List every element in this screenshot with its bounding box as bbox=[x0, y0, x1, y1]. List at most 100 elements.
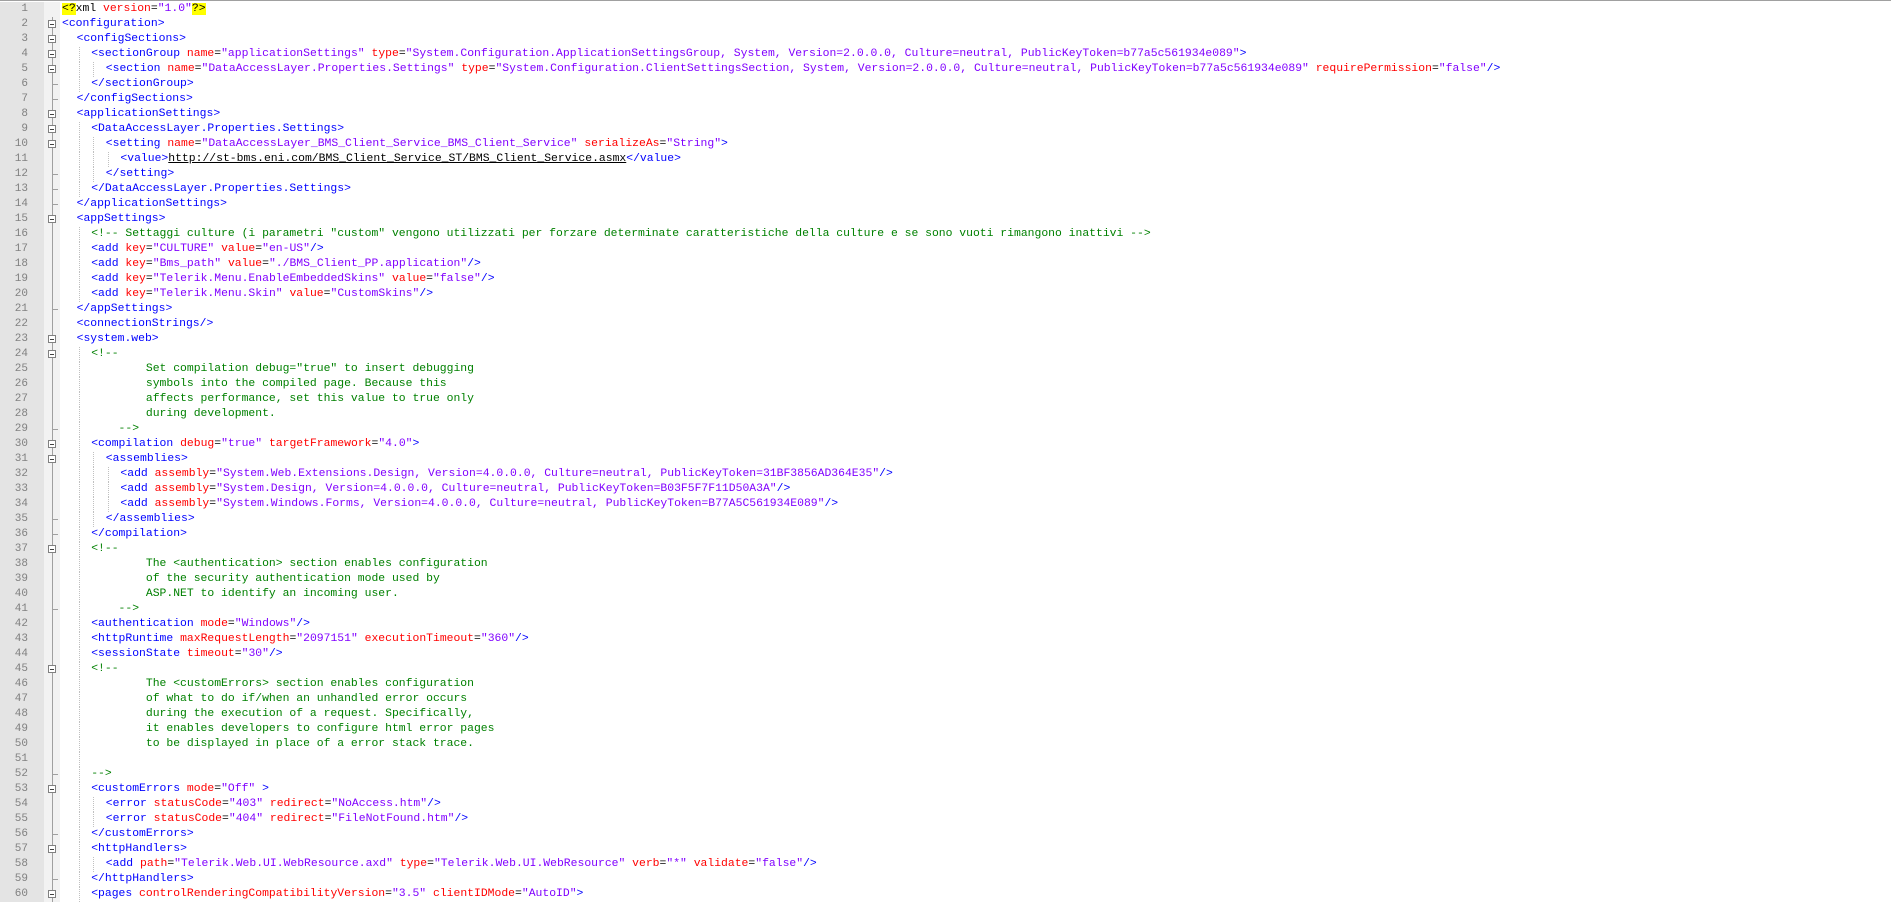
fold-margin[interactable] bbox=[44, 62, 60, 77]
code-line[interactable]: 23 <system.web> bbox=[0, 332, 1891, 347]
fold-margin[interactable] bbox=[44, 47, 60, 62]
code-line[interactable]: 10 <setting name="DataAccessLayer_BMS_Cli… bbox=[0, 137, 1891, 152]
code-line[interactable]: 34 <add assembly="System.Windows.Forms, V… bbox=[0, 497, 1891, 512]
code-line[interactable]: 57 <httpHandlers> bbox=[0, 842, 1891, 857]
code-line[interactable]: 17 <add key="CULTURE" value="en-US"/> bbox=[0, 242, 1891, 257]
code-line[interactable]: 47 of what to do if/when an unhandled er… bbox=[0, 692, 1891, 707]
code-line[interactable]: 6 </sectionGroup> bbox=[0, 77, 1891, 92]
fold-margin[interactable] bbox=[44, 332, 60, 347]
code-line[interactable]: 35 </assemblies> bbox=[0, 512, 1891, 527]
fold-minus-icon[interactable] bbox=[48, 785, 56, 793]
fold-minus-icon[interactable] bbox=[48, 50, 56, 58]
token-val: "403" bbox=[228, 798, 270, 810]
code-line[interactable]: 2 <configuration> bbox=[0, 17, 1891, 32]
fold-minus-icon[interactable] bbox=[48, 140, 56, 148]
fold-minus-icon[interactable] bbox=[48, 665, 56, 673]
indent-guide bbox=[78, 497, 80, 512]
code-line[interactable]: 33 <add assembly="System.Design, Version=… bbox=[0, 482, 1891, 497]
code-line[interactable]: 8 <applicationSettings> bbox=[0, 107, 1891, 122]
code-line[interactable]: 43 <httpRuntime maxRequestLength = "2097151… bbox=[0, 632, 1891, 647]
fold-minus-icon[interactable] bbox=[48, 845, 56, 853]
code-line[interactable]: 1 <?xml version="1.0"?> bbox=[0, 2, 1891, 17]
fold-minus-icon[interactable] bbox=[48, 125, 56, 133]
code-line[interactable]: 45 <!-- bbox=[0, 662, 1891, 677]
code-line[interactable]: 41 --> bbox=[0, 602, 1891, 617]
code-line[interactable]: 24 <!-- bbox=[0, 347, 1891, 362]
code-line[interactable]: 14 </applicationSettings> bbox=[0, 197, 1891, 212]
code-line[interactable]: 40 ASP.NET to identify an incoming user. bbox=[0, 587, 1891, 602]
fold-minus-icon[interactable] bbox=[48, 215, 56, 223]
code-line[interactable]: 5 <section name="DataAccessLayer.Properti… bbox=[0, 62, 1891, 77]
fold-minus-icon[interactable] bbox=[48, 350, 56, 358]
code-line[interactable]: 48 during the execution of a request. Sp… bbox=[0, 707, 1891, 722]
code-line[interactable]: 52 --> bbox=[0, 767, 1891, 782]
code-editor[interactable]: 1 <?xml version="1.0"?> 2 <configuration> 3 <… bbox=[0, 0, 1891, 904]
fold-margin[interactable] bbox=[44, 542, 60, 557]
code-line[interactable]: 12 </setting> bbox=[0, 167, 1891, 182]
line-number: 45 bbox=[0, 662, 44, 677]
fold-margin[interactable] bbox=[44, 107, 60, 122]
line-number: 59 bbox=[0, 872, 44, 887]
fold-minus-icon[interactable] bbox=[48, 440, 56, 448]
code-line[interactable]: 18 <add key="Bms_path" value="./BMS_Clien… bbox=[0, 257, 1891, 272]
code-line[interactable]: 53 <customErrors mode="Off" > bbox=[0, 782, 1891, 797]
code-line[interactable]: 31 <assemblies> bbox=[0, 452, 1891, 467]
code-line[interactable]: 32 <add assembly="System.Web.Extensions.D… bbox=[0, 467, 1891, 482]
token-url[interactable]: http://st-bms.eni.com/BMS_Client_Service… bbox=[168, 153, 626, 165]
fold-margin[interactable] bbox=[44, 437, 60, 452]
code-line[interactable]: 4 <sectionGroup name = "applicationSettings… bbox=[0, 47, 1891, 62]
fold-margin[interactable] bbox=[44, 212, 60, 227]
code-line[interactable]: 60 <pages controlRenderingCompatibilityVe… bbox=[0, 887, 1891, 902]
code-line[interactable]: 20 <add key="Telerik.Menu.Skin" value="Cu… bbox=[0, 287, 1891, 302]
fold-minus-icon[interactable] bbox=[48, 890, 56, 898]
fold-margin[interactable] bbox=[44, 782, 60, 797]
code-line[interactable]: 7 </configSections> bbox=[0, 92, 1891, 107]
code-line[interactable]: 29 --> bbox=[0, 422, 1891, 437]
fold-minus-icon[interactable] bbox=[48, 545, 56, 553]
code-line[interactable]: 3 <configSections> bbox=[0, 32, 1891, 47]
code-line[interactable]: 54 <error statusCode="403" redirect="NoAc… bbox=[0, 797, 1891, 812]
code-line[interactable]: 16 <!-- Settaggi culture (i parametri "cu… bbox=[0, 227, 1891, 242]
code-line[interactable]: 26 symbols into the compiled page. Becau… bbox=[0, 377, 1891, 392]
code-line[interactable]: 39 of the security authentication mode u… bbox=[0, 572, 1891, 587]
code-line[interactable]: 22 <connectionStrings/> bbox=[0, 317, 1891, 332]
fold-minus-icon[interactable] bbox=[48, 20, 56, 28]
fold-margin[interactable] bbox=[44, 662, 60, 677]
fold-minus-icon[interactable] bbox=[48, 35, 56, 43]
code-line[interactable]: 11 <value>http://st-bms.eni.com/BMS_Clien… bbox=[0, 152, 1891, 167]
code-line[interactable]: 58 <add path = "Telerik.Web.UI.WebResource.… bbox=[0, 857, 1891, 872]
code-line[interactable]: 27 affects performance, set this value t… bbox=[0, 392, 1891, 407]
code-line[interactable]: 59 </httpHandlers> bbox=[0, 872, 1891, 887]
code-line[interactable]: 46 The <customErrors> section enables co… bbox=[0, 677, 1891, 692]
fold-margin[interactable] bbox=[44, 452, 60, 467]
code-line[interactable]: 36 </compilation> bbox=[0, 527, 1891, 542]
fold-margin[interactable] bbox=[44, 122, 60, 137]
code-line[interactable]: 42 <authentication mode="Windows"/> bbox=[0, 617, 1891, 632]
fold-margin[interactable] bbox=[44, 32, 60, 47]
code-line[interactable]: 56 </customErrors> bbox=[0, 827, 1891, 842]
code-line[interactable]: 44 <sessionState timeout="30"/> bbox=[0, 647, 1891, 662]
code-line[interactable]: 55 <error statusCode="404" redirect="File… bbox=[0, 812, 1891, 827]
code-line[interactable]: 30 <compilation debug="true" targetFramew… bbox=[0, 437, 1891, 452]
fold-margin[interactable] bbox=[44, 347, 60, 362]
code-line[interactable]: 50 to be displayed in place of a error s… bbox=[0, 737, 1891, 752]
fold-minus-icon[interactable] bbox=[48, 335, 56, 343]
code-line[interactable]: 9 <DataAccessLayer.Properties.Settings> bbox=[0, 122, 1891, 137]
code-line[interactable]: 38 The <authentication> section enables … bbox=[0, 557, 1891, 572]
fold-margin[interactable] bbox=[44, 137, 60, 152]
code-line[interactable]: 19 <add key="Telerik.Menu.EnableEmbeddedS… bbox=[0, 272, 1891, 287]
fold-margin[interactable] bbox=[44, 887, 60, 902]
code-line[interactable]: 25 Set compilation debug="true" to inser… bbox=[0, 362, 1891, 377]
fold-margin[interactable] bbox=[44, 17, 60, 32]
code-line[interactable]: 28 during development. bbox=[0, 407, 1891, 422]
code-line[interactable]: 51 bbox=[0, 752, 1891, 767]
fold-minus-icon[interactable] bbox=[48, 110, 56, 118]
fold-margin[interactable] bbox=[44, 842, 60, 857]
code-line[interactable]: 37 <!-- bbox=[0, 542, 1891, 557]
code-line[interactable]: 21 </appSettings> bbox=[0, 302, 1891, 317]
code-line[interactable]: 15 <appSettings> bbox=[0, 212, 1891, 227]
code-line[interactable]: 13 </DataAccessLayer.Properties.Settings> bbox=[0, 182, 1891, 197]
fold-minus-icon[interactable] bbox=[48, 65, 56, 73]
code-line[interactable]: 49 it enables developers to configure ht… bbox=[0, 722, 1891, 737]
fold-minus-icon[interactable] bbox=[48, 455, 56, 463]
